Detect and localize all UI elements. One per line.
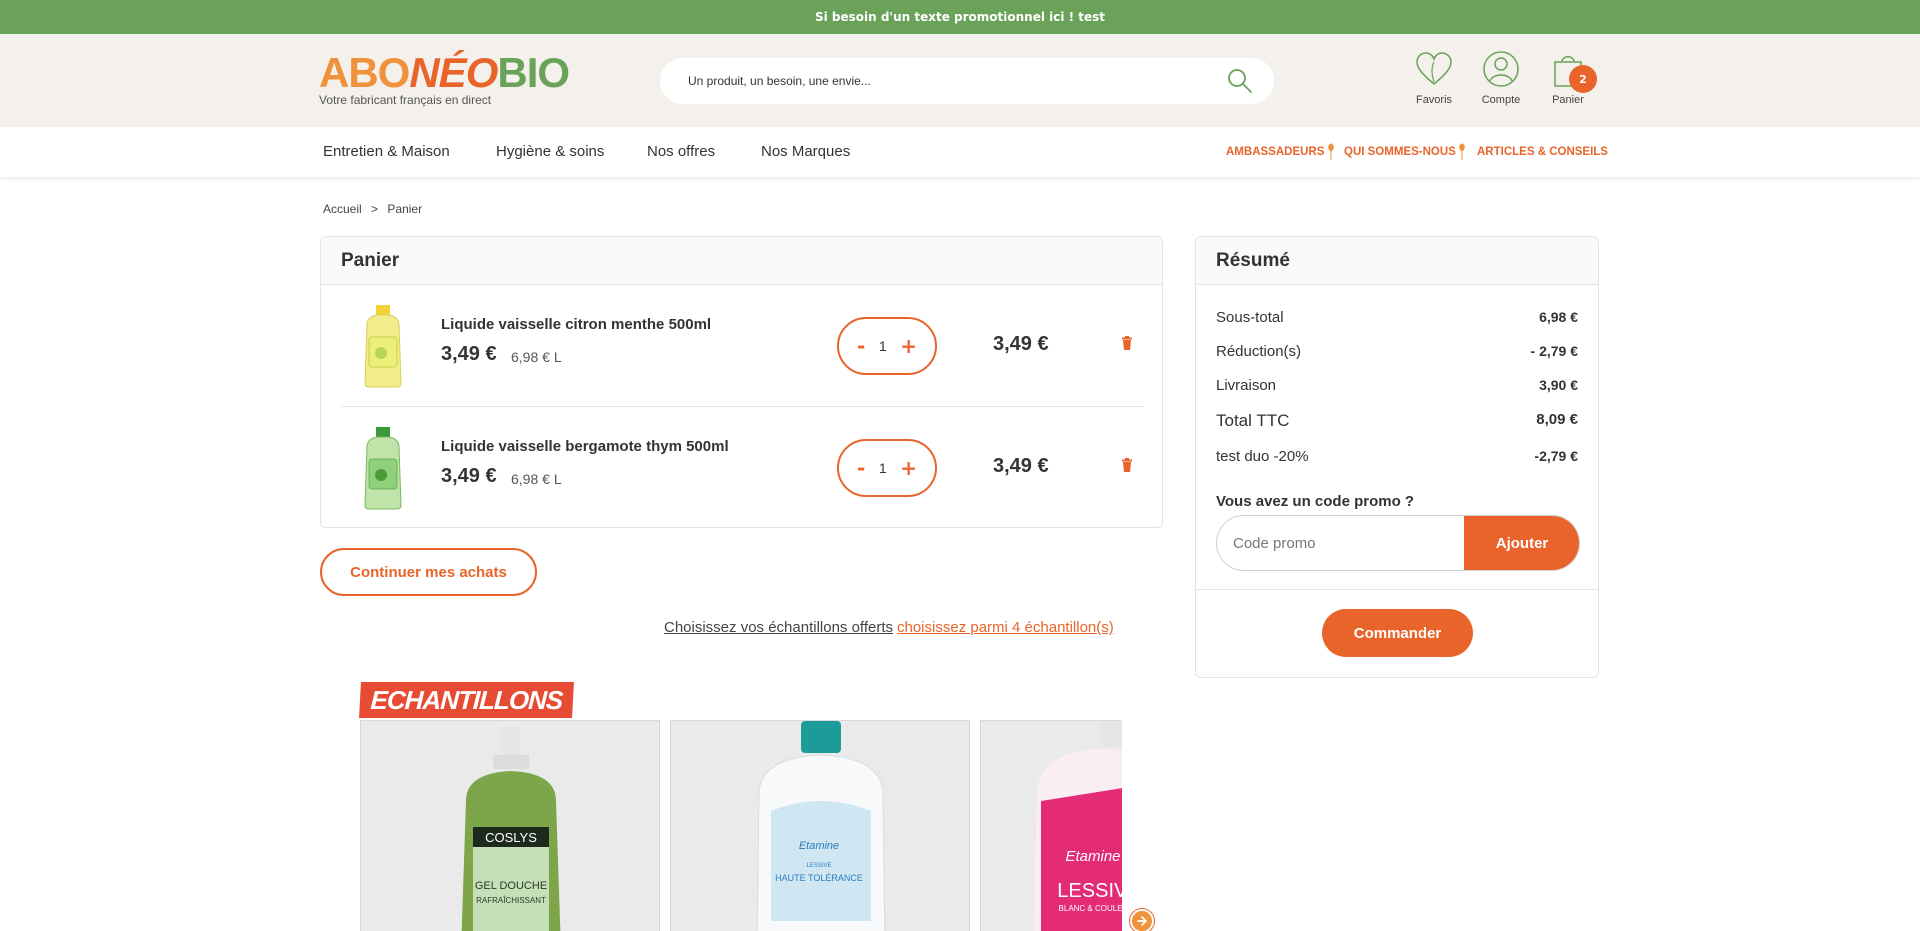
sample-name: HAUTE TOLÉRANCE	[775, 873, 863, 883]
main-navigation: Entretien & Maison Hygiène & soins Nos o…	[0, 127, 1920, 177]
user-icon	[1481, 51, 1521, 92]
apply-promo-button[interactable]: Ajouter	[1464, 516, 1579, 570]
samples-banner: ECHANTILLONS	[359, 682, 574, 718]
breadcrumb: Accueil > Panier	[323, 202, 428, 216]
nav-nos-offres[interactable]: Nos offres	[647, 143, 715, 160]
checkout-button[interactable]: Commander	[1322, 609, 1473, 657]
summary-row-promo-applied: test duo -20% -2,79 €	[1216, 448, 1578, 465]
cart-item: Liquide vaisselle citron menthe 500ml 3,…	[321, 285, 1163, 406]
product-image[interactable]	[357, 425, 409, 511]
site-header: ABONÉOBIO Votre fabricant français en di…	[0, 34, 1920, 127]
nav-qui-sommes-nous[interactable]: QUI SOMMES-NOUS	[1344, 146, 1456, 158]
promo-code-form: Ajouter	[1216, 515, 1580, 571]
nav-nos-marques[interactable]: Nos Marques	[761, 143, 850, 160]
quantity-stepper: - 1 +	[837, 317, 937, 375]
sample-name: GEL DOUCHE	[475, 880, 547, 892]
leaf-icon	[1326, 143, 1336, 165]
sample-brand: Etamine	[799, 840, 839, 852]
sample-name: LESSIVE	[1057, 880, 1122, 902]
product-name[interactable]: Liquide vaisselle bergamote thym 500ml	[441, 438, 729, 455]
carousel-next-button[interactable]	[1130, 909, 1154, 931]
arrow-right-icon	[1136, 912, 1148, 931]
sample-sub: RAFRAÎCHISSANT	[476, 896, 546, 905]
samples-prompt: Choisissez vos échantillons offerts chois…	[664, 619, 1114, 636]
line-total: 3,49 €	[993, 333, 1049, 355]
nav-entretien-maison[interactable]: Entretien & Maison	[323, 143, 450, 160]
favorites-label: Favoris	[1415, 94, 1453, 106]
trash-icon[interactable]	[1121, 335, 1133, 354]
sample-product-card[interactable]: Etamine HAUTE TOLÉRANCE LESSIVE	[670, 720, 970, 931]
decrease-quantity-button[interactable]: -	[857, 456, 865, 480]
product-unit-price: 6,98 € L	[511, 471, 562, 487]
logo[interactable]: ABONÉOBIO Votre fabricant français en di…	[319, 49, 570, 108]
product-price: 3,49 €	[441, 465, 497, 487]
account-link[interactable]: Compte	[1471, 50, 1531, 106]
samples-link[interactable]: choisissez parmi 4 échantillon(s)	[897, 619, 1114, 636]
nav-hygiene-soins[interactable]: Hygiène & soins	[496, 143, 604, 160]
quantity-value: 1	[878, 338, 887, 354]
cart-label: Panier	[1552, 94, 1584, 106]
summary-row-discount: Réduction(s) - 2,79 €	[1216, 343, 1578, 360]
quantity-value: 1	[878, 460, 887, 476]
continue-shopping-button[interactable]: Continuer mes achats	[320, 548, 537, 596]
summary-row-total: Total TTC 8,09 €	[1216, 411, 1578, 430]
sample-brand: Etamine	[1065, 848, 1120, 865]
sample-brand: COSLYS	[485, 830, 537, 845]
cart-title: Panier	[321, 237, 1162, 285]
promo-code-input[interactable]	[1233, 516, 1453, 570]
summary-divider	[1196, 589, 1598, 590]
summary-row-subtotal: Sous-total 6,98 €	[1216, 309, 1578, 326]
summary-panel: Résumé Sous-total 6,98 € Réduction(s) - 2,…	[1195, 236, 1599, 678]
increase-quantity-button[interactable]: +	[900, 456, 917, 480]
cart-count-badge: 2	[1569, 65, 1597, 93]
search-icon[interactable]	[1226, 67, 1254, 99]
samples-text: Choisissez vos échantillons offerts	[664, 619, 893, 636]
trash-icon[interactable]	[1121, 457, 1133, 476]
sample-sub: LESSIVE	[806, 863, 831, 869]
leaf-icon	[1457, 143, 1467, 165]
sample-product-card[interactable]: Etamine LESSIVE BLANC & COULEURS	[980, 720, 1122, 931]
product-price: 3,49 €	[441, 343, 497, 365]
nav-articles-conseils[interactable]: ARTICLES & CONSEILS	[1477, 146, 1608, 158]
promo-code-question: Vous avez un code promo ?	[1216, 493, 1415, 510]
summary-title: Résumé	[1196, 237, 1598, 285]
breadcrumb-separator: >	[371, 202, 379, 216]
summary-row-shipping: Livraison 3,90 €	[1216, 377, 1578, 394]
quantity-stepper: - 1 +	[837, 439, 937, 497]
search-input[interactable]	[688, 58, 1208, 104]
nav-ambassadeurs[interactable]: AMBASSADEURS	[1226, 146, 1324, 158]
promo-banner: Si besoin d'un texte promotionnel ici ! …	[0, 0, 1920, 34]
heart-icon	[1414, 52, 1454, 92]
search-bar[interactable]	[660, 58, 1274, 104]
breadcrumb-home[interactable]: Accueil	[323, 202, 362, 216]
line-total: 3,49 €	[993, 455, 1049, 477]
increase-quantity-button[interactable]: +	[900, 334, 917, 358]
decrease-quantity-button[interactable]: -	[857, 334, 865, 358]
samples-carousel: COSLYS GEL DOUCHE RAFRAÎCHISSANT Etamine…	[360, 720, 1122, 931]
cart-panel: Panier Liquide vaisselle citron menthe 5…	[320, 236, 1163, 528]
sample-sub: BLANC & COULEURS	[1059, 904, 1122, 913]
cart-item: Liquide vaisselle bergamote thym 500ml 3…	[321, 407, 1163, 528]
logo-wordmark: ABONÉOBIO	[319, 49, 570, 96]
sample-product-card[interactable]: COSLYS GEL DOUCHE RAFRAÎCHISSANT	[360, 720, 660, 931]
product-image[interactable]	[357, 303, 409, 389]
product-name[interactable]: Liquide vaisselle citron menthe 500ml	[441, 316, 711, 333]
product-unit-price: 6,98 € L	[511, 349, 562, 365]
account-label: Compte	[1481, 94, 1521, 106]
breadcrumb-current: Panier	[387, 202, 423, 216]
favorites-link[interactable]: Favoris	[1404, 50, 1464, 106]
promo-text: Si besoin d'un texte promotionnel ici ! …	[814, 10, 1106, 24]
